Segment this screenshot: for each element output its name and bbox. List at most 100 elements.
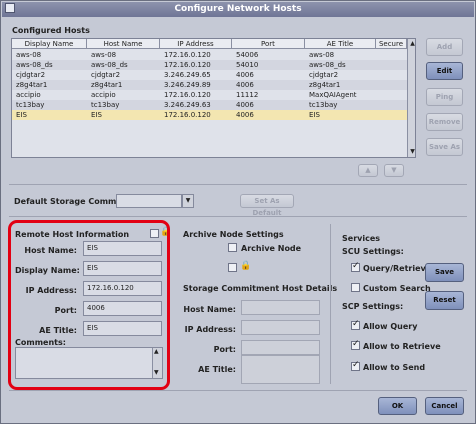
move-down-icon[interactable]: ▼: [384, 164, 404, 177]
table-row[interactable]: z8g4tar1 z8g4tar1 3.246.249.89 4006 z8g4tar1: [12, 80, 407, 90]
column-header-display-name[interactable]: Display Name: [12, 39, 87, 49]
table-cell: 54010: [236, 61, 259, 69]
set-default-button[interactable]: Set As Default: [240, 194, 294, 217]
storage-commit-label: Storage Commitment Host Details: [183, 284, 338, 293]
column-header-host-name[interactable]: Host Name: [87, 39, 160, 49]
hosts-table: Display Name Host Name IP Address Port A…: [11, 38, 416, 158]
table-cell: tc13bay: [91, 101, 120, 109]
table-cell: z8g4tar1: [91, 81, 123, 89]
table-cell: 172.16.0.120: [164, 61, 211, 69]
table-cell: z8g4tar1: [309, 81, 341, 89]
table-cell: aws-08: [309, 51, 335, 59]
archive-secure-checkbox[interactable]: [228, 263, 237, 272]
edit-button[interactable]: Edit: [426, 62, 463, 80]
table-cell: 3.246.249.63: [164, 101, 211, 109]
lock-icon: 🔒: [240, 261, 252, 271]
services-label: Services: [342, 234, 381, 243]
table-cell: cjdgtar2: [16, 71, 46, 79]
table-scrollbar[interactable]: ▲ ▼: [407, 39, 415, 157]
divider: [9, 216, 467, 217]
window-menu-icon[interactable]: [5, 3, 15, 13]
commit-port-label: Port:: [213, 345, 236, 354]
table-cell: [380, 80, 406, 90]
table-cell: 172.16.0.120: [164, 91, 211, 99]
table-cell: aws-08: [91, 51, 117, 59]
vertical-divider: [330, 224, 331, 384]
default-commit-select[interactable]: [116, 194, 182, 208]
table-row[interactable]: aws-08 aws-08 172.16.0.120 54006 aws-08: [12, 50, 407, 60]
table-row[interactable]: aws-08_ds aws-08_ds 172.16.0.120 54010 aws-0…: [12, 60, 407, 70]
scu-settings-label: SCU Settings:: [342, 247, 404, 256]
allow-query-checkbox[interactable]: [351, 319, 360, 330]
table-cell: 4006: [236, 81, 254, 89]
commit-host-name-label: Host Name:: [183, 305, 236, 314]
ping-button[interactable]: Ping: [426, 88, 463, 106]
window-title: Configure Network Hosts: [2, 2, 474, 17]
table-cell: aws-08_ds: [91, 61, 128, 69]
table-row[interactable]: accipio accipio 172.16.0.120 11112 MaxQAIAge…: [12, 90, 407, 100]
table-cell: [380, 70, 406, 80]
table-cell: aws-08_ds: [309, 61, 346, 69]
custom-search-label: Custom Search: [363, 284, 431, 293]
table-cell: [380, 110, 406, 120]
table-row[interactable]: tc13bay tc13bay 3.246.249.63 4006 tc13bay: [12, 100, 407, 110]
configure-network-hosts-window: Configure Network Hosts Configured Hosts…: [0, 0, 476, 424]
allow-send-label: Allow to Send: [363, 363, 426, 372]
table-cell: [380, 100, 406, 110]
table-cell: aws-08: [16, 51, 42, 59]
divider: [9, 184, 467, 185]
commit-port-field[interactable]: [241, 340, 320, 355]
archive-settings-label: Archive Node Settings: [183, 230, 284, 239]
table-cell: 4006: [236, 101, 254, 109]
add-button[interactable]: Add: [426, 38, 463, 56]
column-header-port[interactable]: Port: [232, 39, 305, 49]
reset-button[interactable]: Reset: [425, 291, 464, 310]
save-button[interactable]: Save: [425, 263, 464, 282]
table-cell: EIS: [91, 111, 102, 119]
table-cell: aws-08_ds: [16, 61, 53, 69]
table-cell: cjdgtar2: [91, 71, 121, 79]
query-retrieve-label: Query/Retrieve: [363, 264, 432, 273]
table-cell: [380, 90, 406, 100]
commit-ae-field[interactable]: [241, 355, 320, 384]
table-cell: 172.16.0.120: [164, 51, 211, 59]
cancel-button[interactable]: Cancel: [425, 397, 464, 415]
table-cell: cjdgtar2: [309, 71, 339, 79]
highlight-outline: [8, 220, 170, 390]
table-cell: 4006: [236, 111, 254, 119]
allow-retrieve-checkbox[interactable]: [351, 339, 360, 350]
scp-settings-label: SCP Settings:: [342, 302, 404, 311]
table-cell: [380, 50, 406, 60]
archive-node-label: Archive Node: [241, 244, 302, 253]
table-row[interactable]: cjdgtar2 cjdgtar2 3.246.249.65 4006 cjdgtar2: [12, 70, 407, 80]
column-header-ip-address[interactable]: IP Address: [160, 39, 232, 49]
archive-node-checkbox[interactable]: [228, 243, 237, 252]
scroll-down-icon[interactable]: ▼: [409, 148, 415, 155]
allow-retrieve-label: Allow to Retrieve: [363, 342, 441, 351]
allow-query-label: Allow Query: [363, 322, 418, 331]
custom-search-checkbox[interactable]: [351, 283, 360, 292]
table-cell: [380, 60, 406, 70]
table-cell: 3.246.249.89: [164, 81, 211, 89]
save-as-button[interactable]: Save As: [426, 138, 463, 156]
table-cell: accipio: [91, 91, 116, 99]
table-cell: 3.246.249.65: [164, 71, 211, 79]
column-header-secure[interactable]: Secure: [376, 39, 407, 49]
remove-button[interactable]: Remove: [426, 113, 463, 131]
table-cell: 11112: [236, 91, 259, 99]
table-row[interactable]: EIS EIS 172.16.0.120 4006 EIS: [12, 110, 407, 120]
table-cell: EIS: [309, 111, 320, 119]
table-cell: MaxQAIAgent: [309, 91, 357, 99]
table-cell: accipio: [16, 91, 41, 99]
allow-send-checkbox[interactable]: [351, 360, 360, 371]
query-retrieve-checkbox[interactable]: [351, 261, 360, 272]
ok-button[interactable]: OK: [378, 397, 417, 415]
commit-ip-field[interactable]: [241, 320, 320, 335]
column-header-ae-title[interactable]: AE Title: [305, 39, 376, 49]
commit-ae-label: AE Title:: [198, 365, 236, 374]
commit-host-name-field[interactable]: [241, 300, 320, 315]
scroll-up-icon[interactable]: ▲: [409, 40, 415, 47]
chevron-down-icon[interactable]: ▼: [182, 194, 194, 208]
move-up-icon[interactable]: ▲: [358, 164, 378, 177]
table-cell: 54006: [236, 51, 259, 59]
